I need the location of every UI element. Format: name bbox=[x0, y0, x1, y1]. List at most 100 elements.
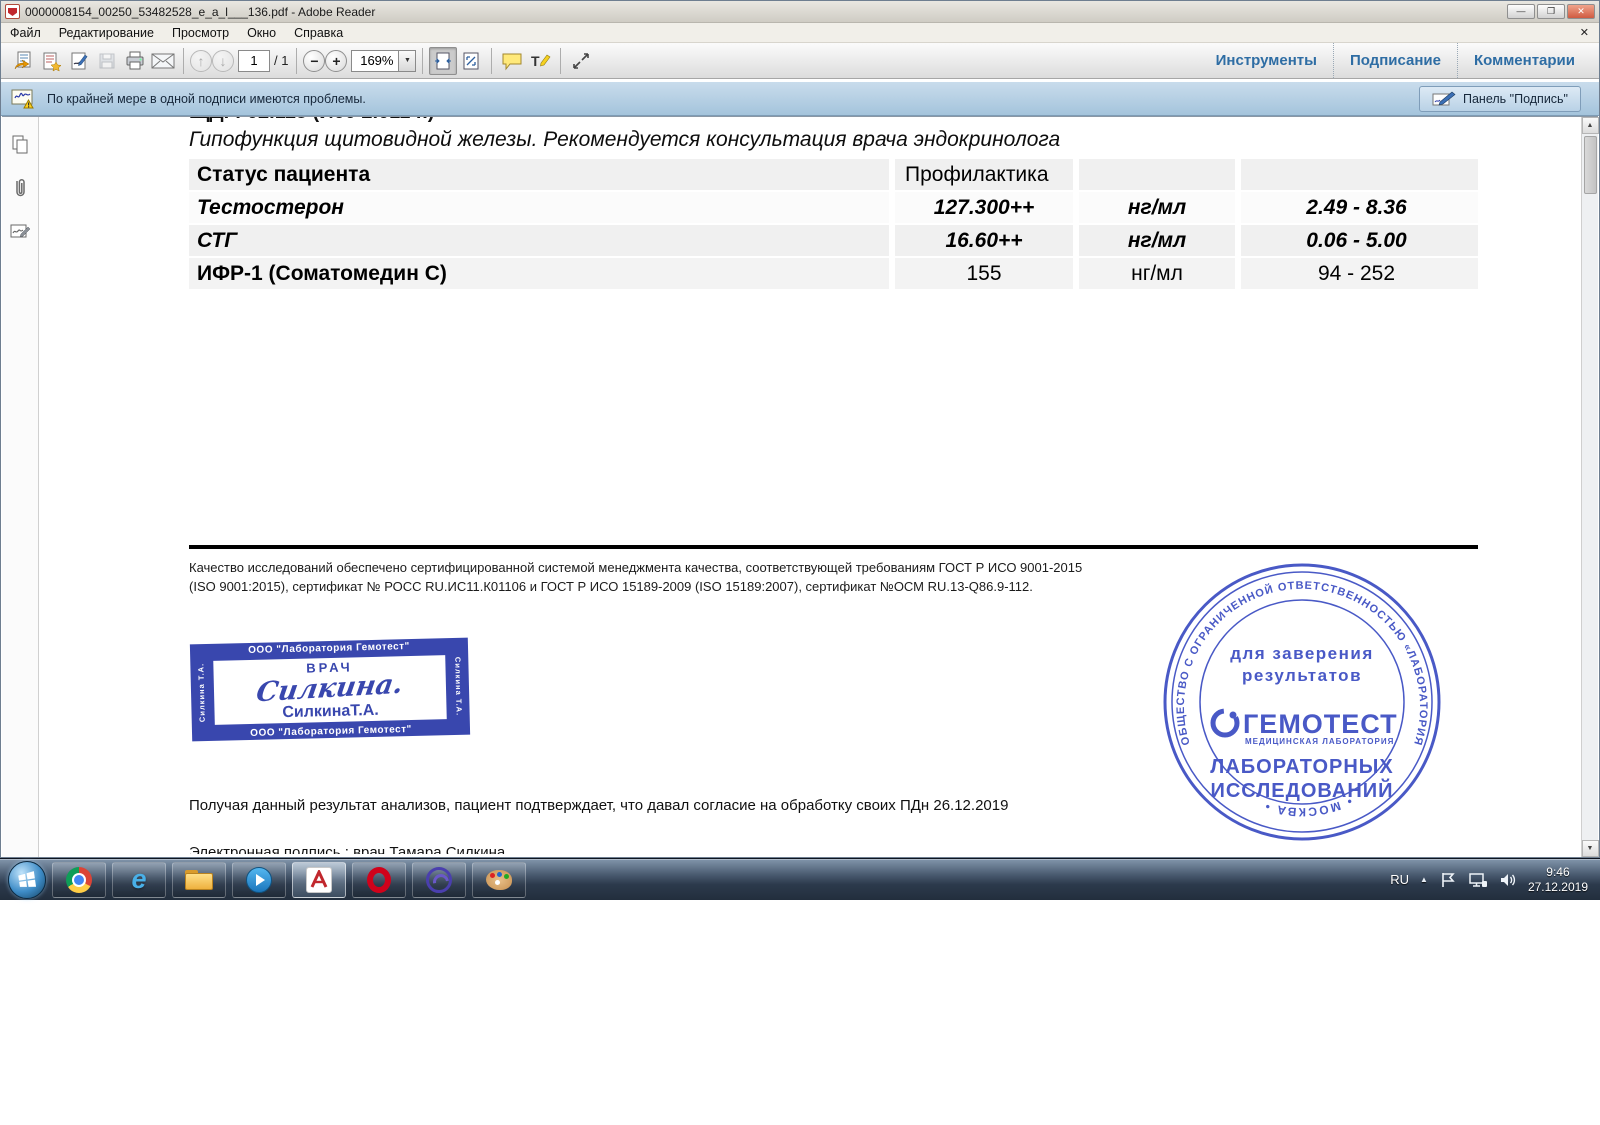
footer-divider bbox=[189, 545, 1478, 549]
menu-edit[interactable]: Редактирование bbox=[50, 23, 163, 42]
signature-panel-button-label: Панель "Подпись" bbox=[1463, 92, 1568, 106]
stamp-purpose-line2: результатов bbox=[1242, 666, 1362, 685]
zoom-dropdown-caret-icon[interactable]: ▼ bbox=[399, 50, 416, 72]
zoom-out-button[interactable]: − bbox=[303, 50, 325, 72]
result-unit: нг/мл bbox=[1073, 192, 1235, 223]
tools-panel-link[interactable]: Инструменты bbox=[1200, 43, 1333, 78]
save-button[interactable] bbox=[93, 47, 121, 75]
signatures-panel-icon bbox=[9, 222, 31, 242]
stamp-purpose-line1: для заверения bbox=[1230, 644, 1374, 663]
reference-range: 94 - 252 bbox=[1235, 258, 1472, 289]
scroll-down-button[interactable]: ▼ bbox=[1582, 840, 1599, 857]
menu-file[interactable]: Файл bbox=[1, 23, 50, 42]
comment-icon bbox=[501, 51, 523, 71]
taskbar-media-player-button[interactable] bbox=[232, 862, 286, 898]
signature-panel-button[interactable]: Панель "Подпись" bbox=[1419, 86, 1581, 112]
page-number-input[interactable] bbox=[238, 50, 270, 72]
sign-document-button[interactable] bbox=[65, 47, 93, 75]
paperclip-icon bbox=[10, 177, 30, 199]
print-button[interactable] bbox=[121, 47, 149, 75]
tray-time: 9:46 bbox=[1546, 865, 1569, 879]
clipped-previous-row: ЩДГ: 02.113 (И00 2.011 г.) bbox=[189, 117, 889, 124]
minimize-button[interactable]: — bbox=[1507, 4, 1535, 19]
folder-icon bbox=[185, 870, 213, 890]
network-icon[interactable] bbox=[1468, 872, 1488, 888]
document-close-icon[interactable]: ✕ bbox=[1570, 26, 1599, 39]
menu-window[interactable]: Окно bbox=[238, 23, 285, 42]
language-indicator[interactable]: RU bbox=[1390, 872, 1409, 887]
certification-text: Качество исследований обеспечено сертифи… bbox=[189, 559, 1097, 597]
signing-panel-link[interactable]: Подписание bbox=[1333, 43, 1457, 78]
scroll-up-button[interactable]: ▲ bbox=[1582, 117, 1599, 134]
pdf-page: ЩДГ: 02.113 (И00 2.011 г.) Гипофункция щ… bbox=[39, 117, 1581, 857]
fit-width-button[interactable] bbox=[429, 47, 457, 75]
document-area: ЩДГ: 02.113 (И00 2.011 г.) Гипофункция щ… bbox=[2, 116, 1598, 857]
analyte-name: Тестостерон bbox=[189, 192, 889, 223]
comments-panel-link[interactable]: Комментарии bbox=[1457, 43, 1591, 78]
scrollbar-thumb[interactable] bbox=[1584, 136, 1597, 194]
hidden-icons-chevron[interactable]: ▲ bbox=[1420, 875, 1428, 884]
signatures-panel-button[interactable] bbox=[7, 219, 33, 245]
pdf-file-icon bbox=[5, 4, 20, 19]
taskbar-adobe-reader-button[interactable] bbox=[292, 862, 346, 898]
action-center-flag-icon[interactable] bbox=[1439, 872, 1457, 888]
open-button[interactable] bbox=[9, 47, 37, 75]
table-row: Тестостерон 127.300++ нг/мл 2.49 - 8.36 bbox=[189, 192, 1478, 223]
paint-palette-icon bbox=[486, 870, 512, 890]
next-page-button[interactable]: ↓ bbox=[212, 50, 234, 72]
stamp-side-right: Силкина Т.А. bbox=[452, 652, 464, 721]
result-unit: нг/мл bbox=[1073, 258, 1235, 289]
doctor-stamp: ООО "Лаборатория Гемотест" ООО "Лаборато… bbox=[190, 638, 470, 742]
doctor-signature: Силкина. bbox=[255, 670, 405, 706]
stamp-subject-line2: ИССЛЕДОВАНИЙ bbox=[1210, 778, 1393, 802]
comment-button[interactable] bbox=[498, 47, 526, 75]
previous-page-button[interactable]: ↑ bbox=[190, 50, 212, 72]
close-button[interactable]: ✕ bbox=[1567, 4, 1595, 19]
attachments-button[interactable] bbox=[7, 175, 33, 201]
signature-warning-icon bbox=[11, 88, 37, 110]
zoom-in-button[interactable]: + bbox=[325, 50, 347, 72]
email-button[interactable] bbox=[149, 47, 177, 75]
stamp-org-bottom: ООО "Лаборатория Гемотест" bbox=[192, 723, 470, 741]
page-thumbnails-button[interactable] bbox=[7, 131, 33, 157]
start-button[interactable] bbox=[8, 861, 46, 899]
create-pdf-button[interactable] bbox=[37, 47, 65, 75]
doctor-advice-line: Гипофункция щитовидной железы. Рекоменду… bbox=[189, 128, 1060, 152]
create-pdf-icon bbox=[40, 50, 62, 72]
consent-text: Получая данный результат анализов, пацие… bbox=[189, 797, 1008, 814]
taskbar-internet-explorer-button[interactable]: e bbox=[112, 862, 166, 898]
svg-text:T: T bbox=[531, 53, 540, 69]
zoom-level-value[interactable]: 169% bbox=[351, 50, 399, 72]
page-thumbnails-icon bbox=[10, 134, 30, 154]
volume-icon[interactable] bbox=[1499, 872, 1517, 888]
table-row: Статус пациента Профилактика bbox=[189, 159, 1478, 190]
stamp-brand-sub: МЕДИЦИНСКАЯ ЛАБОРАТОРИЯ bbox=[1245, 737, 1394, 746]
navigation-pane bbox=[2, 117, 39, 857]
result-value: Профилактика bbox=[889, 159, 1073, 190]
highlight-button[interactable]: T bbox=[526, 47, 554, 75]
menu-view[interactable]: Просмотр bbox=[163, 23, 238, 42]
clock[interactable]: 9:46 27.12.2019 bbox=[1528, 865, 1588, 895]
email-icon bbox=[151, 52, 175, 70]
menu-help[interactable]: Справка bbox=[285, 23, 352, 42]
taskbar-torrent-button[interactable] bbox=[412, 862, 466, 898]
toolbar: ↑ ↓ / 1 − + 169% ▼ T Инструменты Подписа… bbox=[1, 43, 1599, 79]
fit-page-button[interactable] bbox=[457, 47, 485, 75]
reference-range: 2.49 - 8.36 bbox=[1235, 192, 1472, 223]
vertical-scrollbar[interactable]: ▲ ▼ bbox=[1581, 117, 1598, 857]
print-icon bbox=[124, 50, 146, 72]
taskbar-paint-button[interactable] bbox=[472, 862, 526, 898]
fullscreen-icon bbox=[570, 50, 592, 72]
signature-problem-message: По крайней мере в одной подписи имеются … bbox=[47, 92, 366, 106]
analyte-name: СТГ bbox=[189, 225, 889, 256]
result-unit: нг/мл bbox=[1073, 225, 1235, 256]
result-value: 155 bbox=[889, 258, 1073, 289]
signature-notification-bar: По крайней мере в одной подписи имеются … bbox=[1, 82, 1599, 116]
taskbar-explorer-button[interactable] bbox=[172, 862, 226, 898]
analyte-name: ИФР-1 (Соматомедин С) bbox=[189, 258, 889, 289]
menubar: Файл Редактирование Просмотр Окно Справк… bbox=[1, 23, 1599, 43]
maximize-button[interactable]: ❐ bbox=[1537, 4, 1565, 19]
fullscreen-button[interactable] bbox=[567, 47, 595, 75]
taskbar-opera-button[interactable] bbox=[352, 862, 406, 898]
taskbar-chrome-button[interactable] bbox=[52, 862, 106, 898]
